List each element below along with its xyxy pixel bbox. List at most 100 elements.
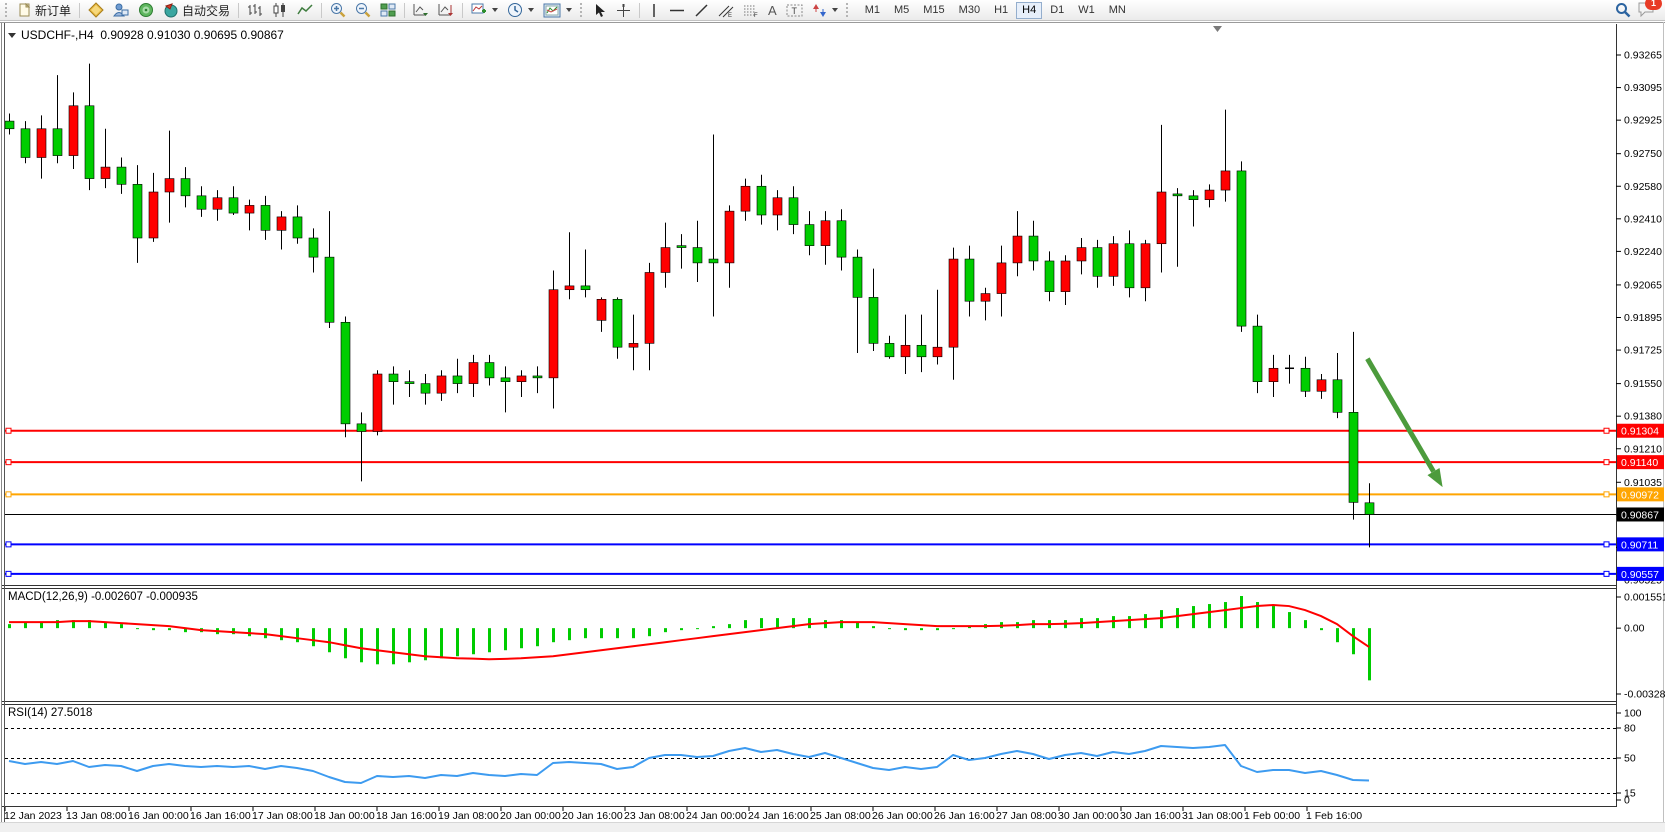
candle-body bbox=[517, 376, 526, 382]
bar-chart-mode-button[interactable] bbox=[243, 1, 267, 20]
candle-body bbox=[389, 374, 398, 382]
toolbar-separator bbox=[639, 3, 640, 18]
search-icon[interactable] bbox=[1615, 2, 1631, 18]
signals-button[interactable] bbox=[134, 1, 158, 20]
timeframe-button-W1[interactable]: W1 bbox=[1072, 2, 1101, 19]
price-tick-label: 0.91380 bbox=[1624, 411, 1662, 423]
timeframe-button-M5[interactable]: M5 bbox=[888, 2, 915, 19]
chart-shift-button[interactable] bbox=[434, 1, 458, 20]
text-tool-button[interactable]: A bbox=[764, 1, 781, 20]
candle-body bbox=[213, 198, 222, 209]
macd-bar bbox=[632, 628, 635, 638]
trendline-tool-button[interactable] bbox=[690, 1, 713, 20]
timeframe-button-M15[interactable]: M15 bbox=[917, 2, 950, 19]
price-label-text: 0.91304 bbox=[1621, 426, 1659, 438]
macd-bar bbox=[120, 624, 123, 628]
fibonacci-tool-button[interactable]: F bbox=[739, 1, 763, 20]
notifications-button[interactable]: 1 bbox=[1637, 1, 1655, 20]
templates-button[interactable] bbox=[539, 1, 576, 20]
new-chart-button[interactable] bbox=[467, 1, 502, 20]
autotrading-button[interactable]: 自动交易 bbox=[159, 1, 234, 20]
macd-bar bbox=[296, 628, 299, 642]
chart-shift-marker[interactable] bbox=[1213, 26, 1222, 32]
toolbar-grip[interactable] bbox=[580, 3, 585, 17]
macd-bar bbox=[904, 628, 907, 630]
hline-handle[interactable] bbox=[1604, 571, 1609, 576]
market-watch-button[interactable] bbox=[109, 1, 133, 20]
pane-frames bbox=[0, 22, 1665, 822]
indicator-plots bbox=[8, 596, 1371, 783]
timeframe-button-M1[interactable]: M1 bbox=[859, 2, 886, 19]
symbol-dropdown-icon[interactable] bbox=[8, 33, 16, 38]
time-label: 30 Jan 00:00 bbox=[1058, 810, 1119, 822]
crosshair-icon bbox=[616, 3, 631, 18]
macd-bar bbox=[1352, 628, 1355, 654]
macd-bar bbox=[1336, 628, 1339, 642]
toolbar-grip[interactable] bbox=[846, 3, 851, 17]
cursor-tool-button[interactable] bbox=[589, 1, 611, 20]
candle-body bbox=[21, 129, 30, 158]
arrow-annotation[interactable] bbox=[1367, 359, 1442, 487]
candle-body bbox=[469, 363, 478, 384]
candle-body bbox=[165, 179, 174, 192]
price-axis: 0.932650.930950.929250.927500.925800.924… bbox=[1616, 50, 1665, 807]
macd-bar bbox=[600, 628, 603, 638]
zoom-out-button[interactable] bbox=[351, 1, 375, 20]
text-label-tool-button[interactable]: T bbox=[782, 1, 807, 20]
hline-handle[interactable] bbox=[1604, 492, 1609, 497]
horizontal-line-icon bbox=[669, 3, 685, 18]
hline-handle[interactable] bbox=[6, 492, 11, 497]
metaeditor-button[interactable] bbox=[84, 1, 108, 20]
macd-bar bbox=[280, 628, 283, 640]
candle-body bbox=[1221, 171, 1230, 190]
time-label: 13 Jan 08:00 bbox=[66, 810, 127, 822]
hline-handle[interactable] bbox=[6, 428, 11, 433]
horizontal-line-objects[interactable] bbox=[5, 428, 1616, 576]
new-chart-icon bbox=[471, 3, 487, 17]
macd-bar bbox=[488, 628, 491, 652]
candle-body bbox=[1125, 244, 1134, 288]
hline-handle[interactable] bbox=[6, 460, 11, 465]
hline-handle[interactable] bbox=[1604, 460, 1609, 465]
candle-body bbox=[245, 205, 254, 213]
crosshair-tool-button[interactable] bbox=[612, 1, 635, 20]
timeframe-button-D1[interactable]: D1 bbox=[1044, 2, 1070, 19]
vertical-line-tool-button[interactable] bbox=[644, 1, 664, 20]
candle-body bbox=[1077, 248, 1086, 261]
candlestick-mode-button[interactable] bbox=[268, 1, 292, 20]
equidistant-channel-tool-button[interactable]: E bbox=[714, 1, 738, 20]
chart-shift-icon bbox=[438, 3, 454, 17]
periods-button[interactable] bbox=[503, 1, 538, 20]
macd-bar bbox=[936, 628, 939, 630]
price-tick-label: 0.92925 bbox=[1624, 115, 1662, 127]
macd-bar bbox=[1368, 628, 1371, 680]
chart-canvas[interactable]: 0.932650.930950.929250.927500.925800.924… bbox=[0, 0, 1665, 832]
auto-scroll-button[interactable] bbox=[409, 1, 433, 20]
hline-handle[interactable] bbox=[1604, 428, 1609, 433]
timeframe-button-M30[interactable]: M30 bbox=[953, 2, 986, 19]
hline-handle[interactable] bbox=[6, 571, 11, 576]
line-chart-mode-button[interactable] bbox=[293, 1, 317, 20]
arrows-tool-button[interactable] bbox=[808, 1, 842, 20]
macd-bar bbox=[648, 628, 651, 636]
hline-handle[interactable] bbox=[1604, 542, 1609, 547]
svg-text:E: E bbox=[728, 13, 732, 18]
horizontal-line-tool-button[interactable] bbox=[665, 1, 689, 20]
timeframe-button-MN[interactable]: MN bbox=[1103, 2, 1132, 19]
hline-handle[interactable] bbox=[6, 542, 11, 547]
trend-arrow-line[interactable] bbox=[1367, 359, 1433, 472]
timeframe-button-H1[interactable]: H1 bbox=[988, 2, 1014, 19]
candle-body bbox=[37, 129, 46, 158]
candle-body bbox=[581, 286, 590, 290]
timeframe-button-H4[interactable]: H4 bbox=[1016, 2, 1042, 19]
zoom-in-button[interactable] bbox=[326, 1, 350, 20]
macd-bar bbox=[136, 628, 139, 629]
new-order-button[interactable]: 新订单 bbox=[14, 1, 75, 20]
autotrading-icon bbox=[163, 2, 179, 18]
tile-windows-button[interactable] bbox=[376, 1, 400, 20]
toolbar-grip[interactable] bbox=[5, 3, 10, 17]
candle-body bbox=[1013, 236, 1022, 263]
candle-body bbox=[261, 205, 270, 230]
candle-body bbox=[1109, 244, 1118, 277]
macd-bar bbox=[440, 628, 443, 658]
